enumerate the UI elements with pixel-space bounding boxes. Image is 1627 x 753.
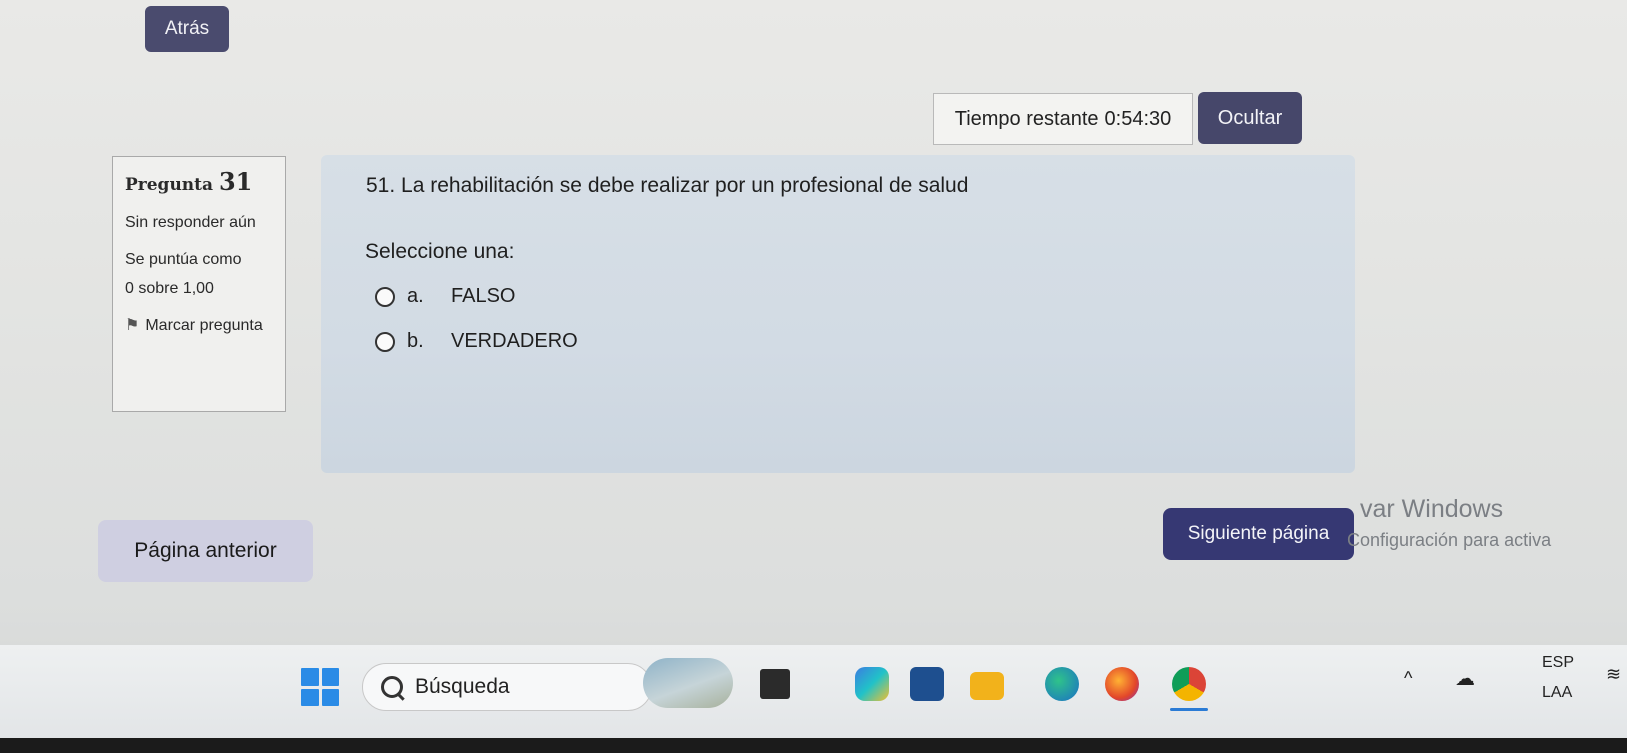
screen-bezel — [0, 738, 1627, 753]
firefox-icon[interactable] — [1105, 667, 1139, 701]
question-info-panel: Pregunta 31 Sin responder aún Se puntúa … — [112, 156, 286, 412]
keyboard-layout[interactable]: LAA — [1542, 684, 1572, 702]
taskbar — [0, 645, 1627, 740]
taskbar-search[interactable]: Búsqueda — [362, 663, 652, 711]
back-button[interactable]: Atrás — [145, 6, 229, 52]
option-letter: b. — [407, 330, 424, 352]
store-icon[interactable] — [910, 667, 944, 701]
radio-a[interactable] — [375, 286, 395, 307]
edge-icon[interactable] — [1045, 667, 1079, 701]
question-status: Sin responder aún — [125, 214, 256, 231]
copilot-icon[interactable] — [855, 667, 889, 701]
hide-timer-button[interactable]: Ocultar — [1198, 92, 1302, 144]
timer-value: 0:54:30 — [1104, 107, 1172, 130]
answer-prompt: Seleccione una: — [365, 240, 515, 263]
score-value: 0 sobre 1,00 — [125, 280, 214, 297]
wifi-icon[interactable]: ≋ — [1606, 664, 1621, 685]
search-placeholder: Búsqueda — [415, 675, 510, 698]
time-remaining: Tiempo restante 0:54:30 — [933, 93, 1193, 145]
question-word: Pregunta — [125, 175, 214, 195]
task-view-icon[interactable] — [760, 669, 790, 699]
option-letter: a. — [407, 285, 424, 307]
widgets-icon[interactable] — [643, 658, 733, 708]
active-app-indicator — [1170, 708, 1208, 711]
question-heading: Pregunta 31 — [125, 167, 273, 200]
activation-watermark-title: var Windows — [1360, 495, 1504, 523]
radio-b[interactable] — [375, 331, 395, 352]
start-icon[interactable] — [301, 668, 339, 706]
show-hidden-icons[interactable]: ^ — [1404, 668, 1412, 689]
option-a[interactable]: a. FALSO — [375, 285, 515, 308]
option-text: FALSO — [451, 285, 516, 307]
question-content-box — [321, 155, 1355, 473]
option-text: VERDADERO — [451, 330, 578, 352]
file-explorer-icon[interactable] — [970, 672, 1004, 700]
question-text: 51. La rehabilitación se debe realizar p… — [366, 174, 969, 197]
previous-page-button[interactable]: Página anterior — [98, 520, 313, 582]
timer-label: Tiempo restante — [954, 107, 1099, 130]
next-page-button[interactable]: Siguiente página — [1163, 508, 1354, 560]
score-label: Se puntúa como — [125, 251, 242, 268]
chrome-icon[interactable] — [1172, 667, 1206, 701]
language-indicator[interactable]: ESP — [1542, 654, 1574, 672]
activation-watermark-subtitle: Configuración para activa — [1347, 530, 1552, 550]
search-icon — [381, 676, 403, 698]
flag-question-link[interactable]: ⚑ Marcar pregunta — [125, 311, 273, 340]
option-b[interactable]: b. VERDADERO — [375, 330, 578, 353]
flag-label: Marcar pregunta — [145, 317, 263, 334]
flag-icon: ⚑ — [125, 317, 140, 334]
onedrive-icon[interactable]: ☁ — [1455, 666, 1475, 691]
question-number: 31 — [218, 167, 253, 196]
